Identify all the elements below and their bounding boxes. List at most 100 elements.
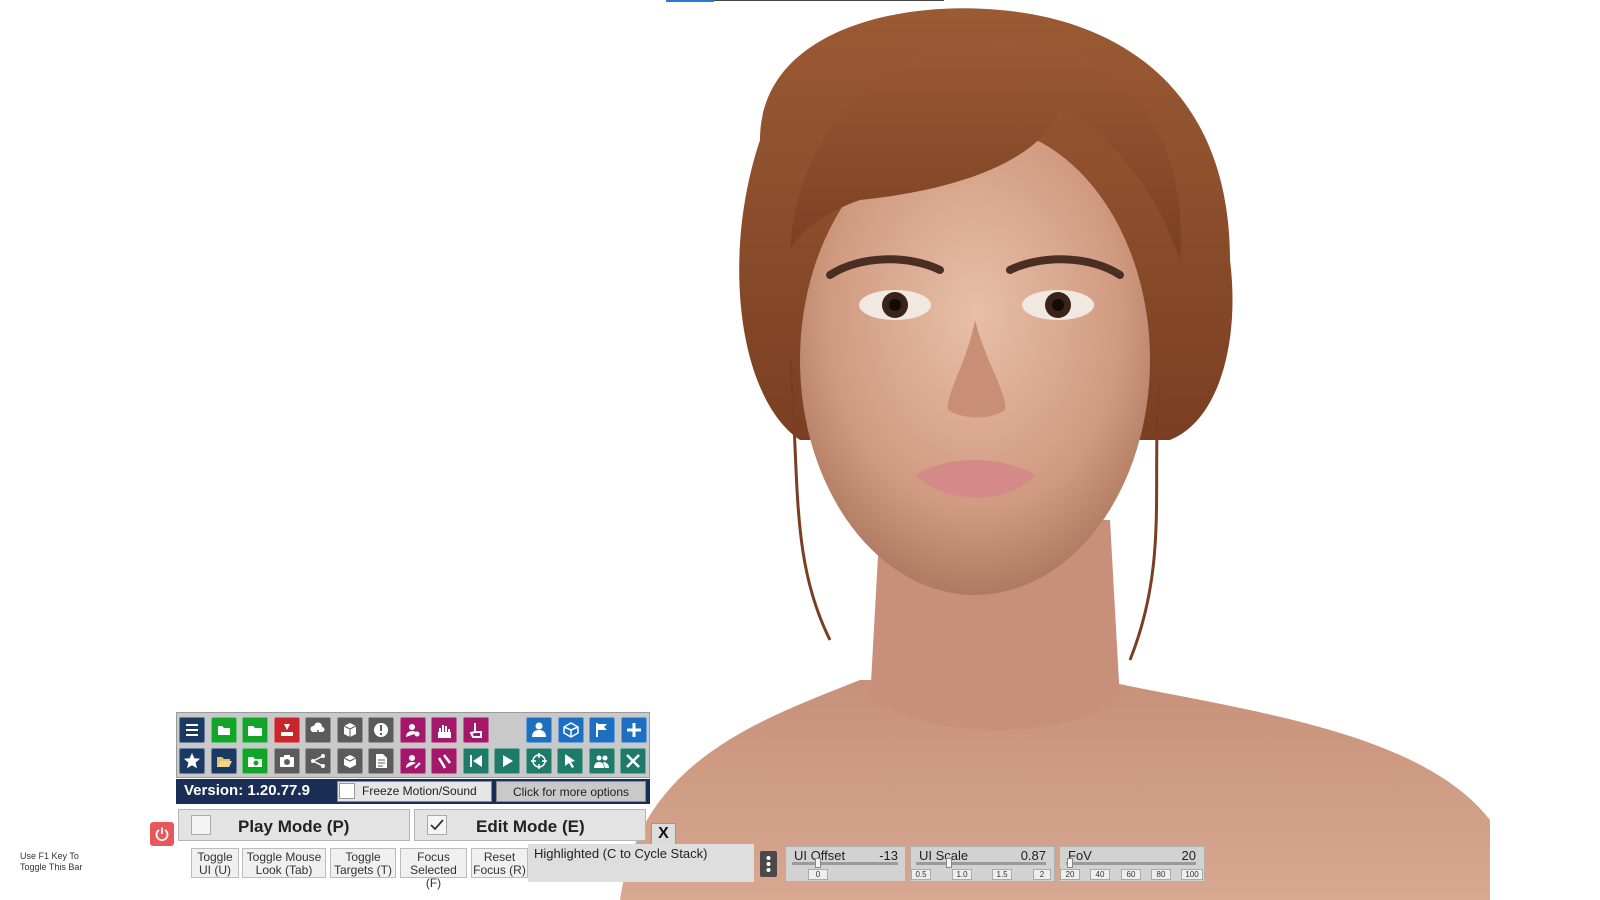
box-arrows-button[interactable] — [336, 748, 363, 774]
ui-scale-track[interactable] — [916, 862, 1046, 865]
pointer-hand-icon — [469, 723, 482, 738]
button-label-line2: Focus (R) — [473, 863, 526, 877]
folder-button[interactable] — [242, 717, 268, 743]
person-button[interactable] — [526, 717, 552, 743]
fov-knob[interactable] — [1067, 858, 1073, 868]
menu-icon — [186, 724, 198, 736]
freeze-motion-label: Freeze Motion/Sound — [362, 784, 477, 798]
fov-tick[interactable]: 80 — [1151, 869, 1171, 880]
hint-line-1: Use F1 Key To — [20, 851, 79, 861]
button-label-line2: UI (U) — [199, 863, 231, 877]
people-button[interactable] — [588, 748, 615, 774]
checkmark-icon — [430, 819, 444, 831]
skip-back-button[interactable] — [462, 748, 489, 774]
toggle-targets-button[interactable]: Toggle Targets (T) — [330, 848, 396, 878]
alert-icon — [374, 723, 388, 737]
plus-button[interactable] — [620, 717, 647, 743]
person-icon — [532, 722, 546, 737]
alert-button[interactable] — [368, 717, 394, 743]
more-options-button[interactable]: Click for more options — [496, 781, 646, 802]
share-button[interactable] — [305, 748, 331, 774]
more-vertical-button[interactable] — [760, 851, 777, 877]
box-arrows-icon — [343, 755, 356, 768]
open-scene-button[interactable] — [210, 717, 237, 743]
person-edit-icon — [405, 755, 421, 769]
cursor-icon — [565, 754, 575, 768]
document-icon — [376, 754, 387, 768]
reset-focus-button[interactable]: Reset Focus (R) — [471, 848, 528, 878]
fov-value: 20 — [1181, 848, 1196, 863]
fov-tick[interactable]: 100 — [1181, 869, 1203, 880]
folder-icon — [248, 726, 262, 736]
save-icon — [280, 724, 293, 736]
person-settings-icon — [405, 724, 419, 737]
ui-offset-knob[interactable] — [815, 858, 821, 868]
open-folder-icon — [216, 757, 232, 767]
grab-hand-icon — [437, 754, 451, 769]
ui-offset-tick[interactable]: 0 — [808, 869, 828, 880]
cursor-button[interactable] — [557, 748, 583, 774]
hand-button[interactable] — [431, 717, 457, 743]
tools-button[interactable] — [620, 748, 646, 774]
package-button[interactable] — [336, 717, 363, 743]
play-mode-checkbox[interactable] — [191, 815, 211, 835]
window-top-accent — [666, 0, 714, 2]
camera-icon — [279, 755, 294, 767]
close-button[interactable]: X — [651, 823, 676, 845]
camera-button[interactable] — [273, 748, 300, 774]
person-edit-button[interactable] — [399, 748, 426, 774]
ui-scale-tick[interactable]: 0.5 — [911, 869, 931, 880]
fov-tick[interactable]: 20 — [1060, 869, 1080, 880]
save-button[interactable] — [273, 717, 300, 743]
hint-line-2: Toggle This Bar — [20, 862, 83, 872]
skip-back-icon — [469, 755, 482, 767]
flag-icon — [596, 723, 607, 737]
unity-button[interactable] — [557, 717, 584, 743]
menu-button[interactable] — [179, 717, 205, 743]
edit-mode-checkbox[interactable] — [427, 815, 447, 835]
share-icon — [311, 754, 325, 768]
play-mode-label: Play Mode (P) — [238, 817, 350, 836]
power-icon — [155, 827, 169, 841]
button-label-line2: Targets (T) — [333, 863, 392, 877]
ui-offset-track[interactable] — [792, 862, 898, 865]
plus-icon — [626, 723, 641, 737]
ui-scale-tick[interactable]: 1.5 — [992, 869, 1012, 880]
highlighted-label: Highlighted (C to Cycle Stack) — [534, 846, 708, 861]
ui-offset-value: -13 — [879, 848, 898, 863]
star-icon — [184, 753, 200, 769]
play-button[interactable] — [494, 748, 520, 774]
toggle-ui-button[interactable]: Toggle UI (U) — [191, 848, 239, 878]
grab-hand-button[interactable] — [431, 748, 457, 774]
more-vertical-icon — [766, 856, 771, 872]
star-button[interactable] — [179, 748, 205, 774]
target-icon — [530, 753, 547, 769]
open-folder-button[interactable] — [210, 748, 237, 774]
toggle-mouse-look-button[interactable]: Toggle Mouse Look (Tab) — [242, 848, 326, 878]
button-label-line2: Selected (F) — [410, 863, 457, 890]
power-button[interactable] — [150, 822, 174, 846]
fov-tick[interactable]: 60 — [1121, 869, 1141, 880]
ui-scale-knob[interactable] — [946, 858, 952, 868]
package-icon — [343, 723, 356, 737]
fov-track[interactable] — [1066, 862, 1196, 865]
ui-scale-tick[interactable]: 1.0 — [952, 869, 972, 880]
toggle-bar-hint: Use F1 Key To Toggle This Bar — [20, 851, 82, 873]
flag-button[interactable] — [589, 717, 615, 743]
window-top-line — [714, 0, 944, 1]
freeze-motion-checkbox[interactable] — [339, 783, 355, 799]
folder-gear-button[interactable] — [242, 748, 268, 774]
fov-tick[interactable]: 40 — [1090, 869, 1110, 880]
ui-scale-value: 0.87 — [1020, 848, 1046, 863]
cloud-download-button[interactable] — [305, 717, 331, 743]
hand-icon — [438, 725, 451, 738]
tools-icon — [626, 754, 640, 768]
focus-selected-button[interactable]: Focus Selected (F) — [400, 848, 467, 890]
document-button[interactable] — [368, 748, 394, 774]
pointer-hand-button[interactable] — [462, 717, 489, 743]
target-button[interactable] — [525, 748, 552, 774]
ui-scale-tick[interactable]: 2 — [1033, 869, 1051, 880]
open-scene-icon — [217, 726, 230, 735]
folder-gear-icon — [248, 757, 262, 767]
person-settings-button[interactable] — [399, 717, 426, 743]
